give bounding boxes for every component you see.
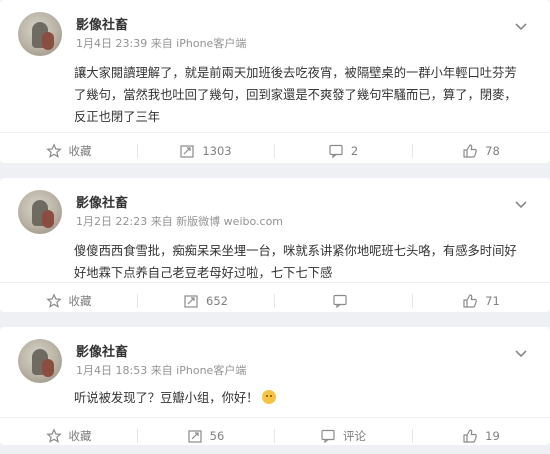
repost-button[interactable]: 56 <box>137 418 274 454</box>
comment-button[interactable] <box>274 283 412 319</box>
thumbs-up-icon <box>462 293 478 309</box>
favorite-button[interactable]: 收藏 <box>0 418 137 454</box>
author-name[interactable]: 影像社畜 <box>76 14 128 33</box>
repost-icon <box>179 143 195 159</box>
post-text-content: 听说被发现了？豆瓣小组，你好！ <box>74 391 259 405</box>
comment-icon <box>332 293 348 309</box>
favorite-button[interactable]: 收藏 <box>0 283 137 319</box>
comment-icon <box>320 428 336 444</box>
repost-button[interactable]: 1303 <box>137 133 274 169</box>
favorite-label: 收藏 <box>68 294 92 308</box>
star-icon <box>45 428 62 444</box>
like-count: 19 <box>485 429 500 443</box>
post-text: 听说被发现了？豆瓣小组，你好！ <box>74 387 520 409</box>
like-count: 78 <box>485 144 500 158</box>
repost-icon <box>183 293 199 309</box>
post-text: 傻傻西西食雪批，痴痴呆呆坐埋一台，咪就系讲紧你地呢班七头咯，有感多时间好好地霖下… <box>74 244 517 280</box>
favorite-label: 收藏 <box>68 144 92 158</box>
avatar[interactable] <box>18 190 62 234</box>
comment-icon <box>328 143 344 159</box>
like-button[interactable]: 71 <box>412 283 550 319</box>
post-card: 影像社畜 1月4日 18:53 来自 iPhone客户端 听说被发现了？豆瓣小组… <box>0 327 550 445</box>
repost-button[interactable]: 652 <box>137 283 274 319</box>
post-card: 影像社畜 1月4日 23:39 来自 iPhone客户端 讓大家閱讀理解了，就是… <box>0 0 550 163</box>
post-card: 影像社畜 1月2日 22:23 来自 新版微博 weibo.com 傻傻西西食雪… <box>0 178 550 312</box>
avatar[interactable] <box>18 339 62 383</box>
post-meta: 1月2日 22:23 来自 新版微博 weibo.com <box>76 215 284 228</box>
comment-button[interactable]: 2 <box>274 133 412 169</box>
repost-count: 1303 <box>202 144 232 158</box>
author-name[interactable]: 影像社畜 <box>76 192 128 211</box>
action-bar: 收藏 1303 2 78 <box>0 132 550 169</box>
chevron-down-icon[interactable] <box>514 16 528 31</box>
post-meta: 1月4日 18:53 来自 iPhone客户端 <box>76 364 247 377</box>
repost-icon <box>187 428 203 444</box>
thumbs-up-icon <box>462 143 478 159</box>
comment-label: 评论 <box>343 429 366 443</box>
repost-count: 56 <box>209 429 225 443</box>
author-name[interactable]: 影像社畜 <box>76 341 128 360</box>
chevron-down-icon[interactable] <box>514 194 528 209</box>
action-bar: 收藏 56 评论 19 <box>0 417 550 454</box>
chevron-down-icon[interactable] <box>514 343 528 358</box>
smiley-emoji-icon <box>262 390 277 404</box>
favorite-label: 收藏 <box>68 429 92 443</box>
post-meta: 1月4日 23:39 来自 iPhone客户端 <box>76 37 247 50</box>
action-bar: 收藏 652 71 <box>0 282 550 319</box>
avatar[interactable] <box>18 12 62 56</box>
star-icon <box>45 293 62 309</box>
comment-button[interactable]: 评论 <box>274 418 412 454</box>
like-button[interactable]: 78 <box>412 133 550 169</box>
like-count: 71 <box>485 294 500 308</box>
comment-count: 2 <box>350 144 359 158</box>
post-text: 讓大家閱讀理解了，就是前兩天加班後去吃夜宵，被隔壁桌的一群小年輕口吐芬芳了幾句，… <box>74 66 517 124</box>
star-icon <box>45 143 62 159</box>
thumbs-up-icon <box>462 428 478 444</box>
repost-count: 652 <box>206 294 228 308</box>
favorite-button[interactable]: 收藏 <box>0 133 137 169</box>
like-button[interactable]: 19 <box>412 418 550 454</box>
